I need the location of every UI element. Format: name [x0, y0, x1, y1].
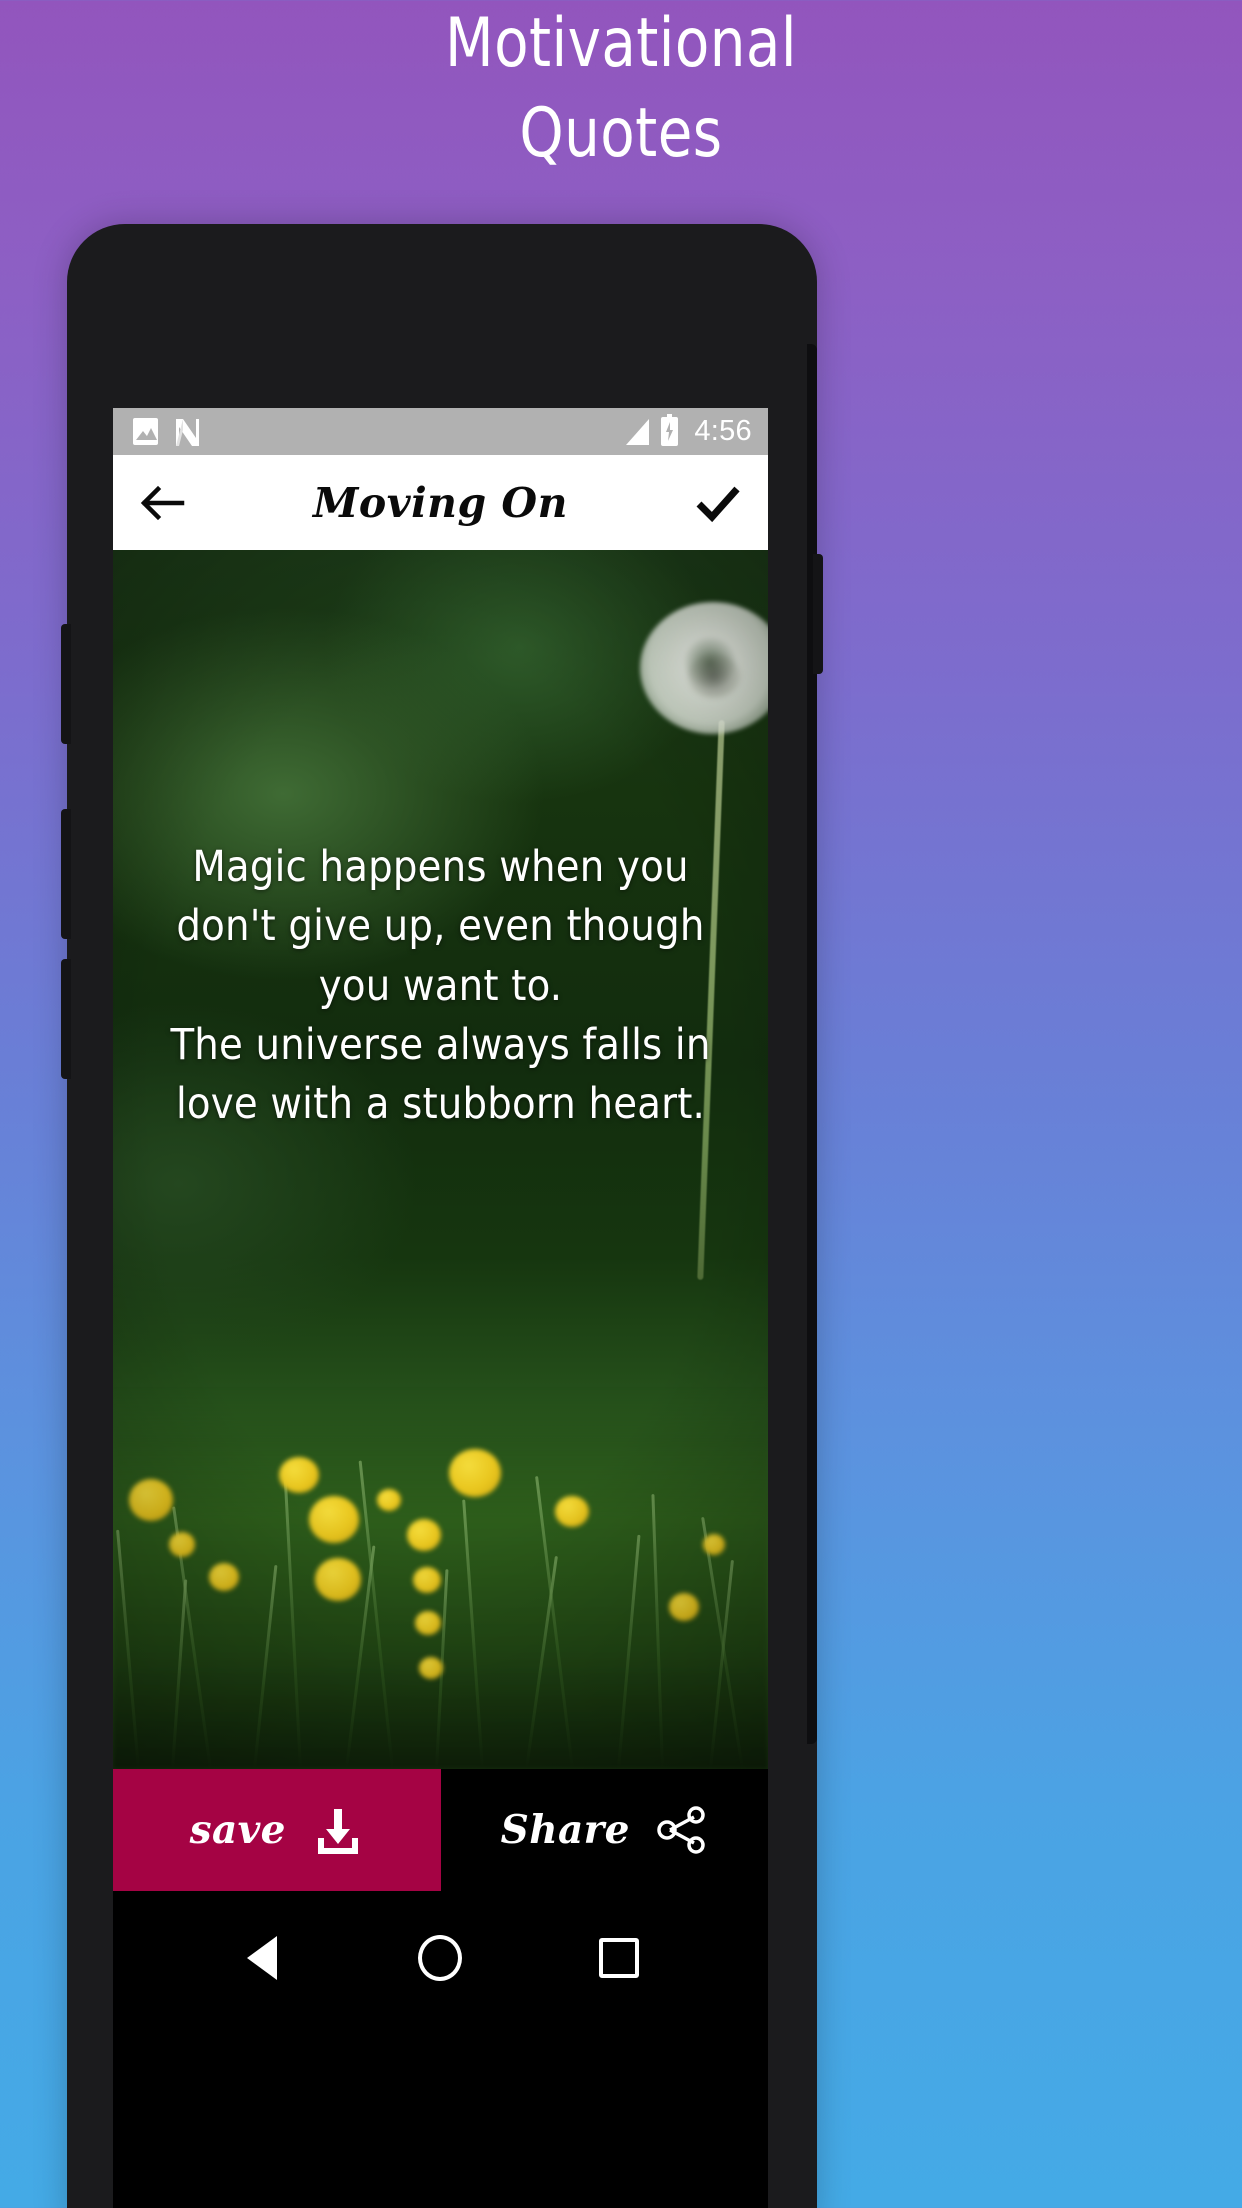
status-bar-system-icons: 4:56 [626, 414, 752, 447]
photo-icon [133, 418, 158, 445]
status-bar: 4:56 [113, 408, 768, 455]
signal-icon [626, 418, 650, 445]
share-icon [656, 1804, 708, 1856]
action-bar: save Share [113, 1769, 768, 1891]
save-button[interactable]: save [113, 1769, 441, 1891]
android-nav-bar [113, 1891, 768, 2024]
nougat-icon [174, 417, 201, 447]
quote-text: Magic happens when you don't give up, ev… [113, 838, 768, 1135]
circle-home-icon[interactable] [411, 1929, 469, 1987]
square-recents-icon[interactable] [590, 1929, 648, 1987]
status-bar-clock: 4:56 [694, 415, 752, 447]
save-button-label: save [189, 1807, 286, 1853]
quote-line-3: you want to. [318, 960, 563, 1011]
triangle-back-icon[interactable] [233, 1929, 291, 1987]
quote-line-2: don't give up, even though [176, 901, 705, 952]
download-icon [312, 1804, 364, 1856]
phone-mockup: 4:56 Moving On Magic happens when you do… [61, 224, 823, 2208]
quote-line-4: The universe always falls in [170, 1019, 711, 1070]
phone-side-button-bottom [61, 959, 71, 1079]
page-title-line-2: Quotes [519, 94, 723, 173]
page-title: Motivational Quotes [0, 10, 1242, 168]
phone-power-button [813, 554, 823, 674]
share-button[interactable]: Share [440, 1769, 768, 1891]
phone-side-button-middle [61, 809, 71, 939]
quote-image: Magic happens when you don't give up, ev… [113, 550, 768, 1769]
quote-line-5: love with a stubborn heart. [175, 1079, 706, 1130]
check-icon[interactable] [694, 479, 742, 527]
arrow-left-icon[interactable] [139, 479, 187, 527]
phone-side-button-top [61, 624, 71, 744]
image-vignette [113, 550, 768, 1769]
app-toolbar: Moving On [113, 455, 768, 550]
quote-line-1: Magic happens when you [192, 842, 689, 892]
battery-charging-icon [661, 414, 679, 446]
status-bar-notifications [133, 417, 201, 447]
phone-screen: 4:56 Moving On Magic happens when you do… [113, 408, 768, 2208]
toolbar-title: Moving On [313, 478, 568, 527]
share-button-label: Share [500, 1807, 630, 1853]
page-title-line-1: Motivational [445, 4, 797, 83]
